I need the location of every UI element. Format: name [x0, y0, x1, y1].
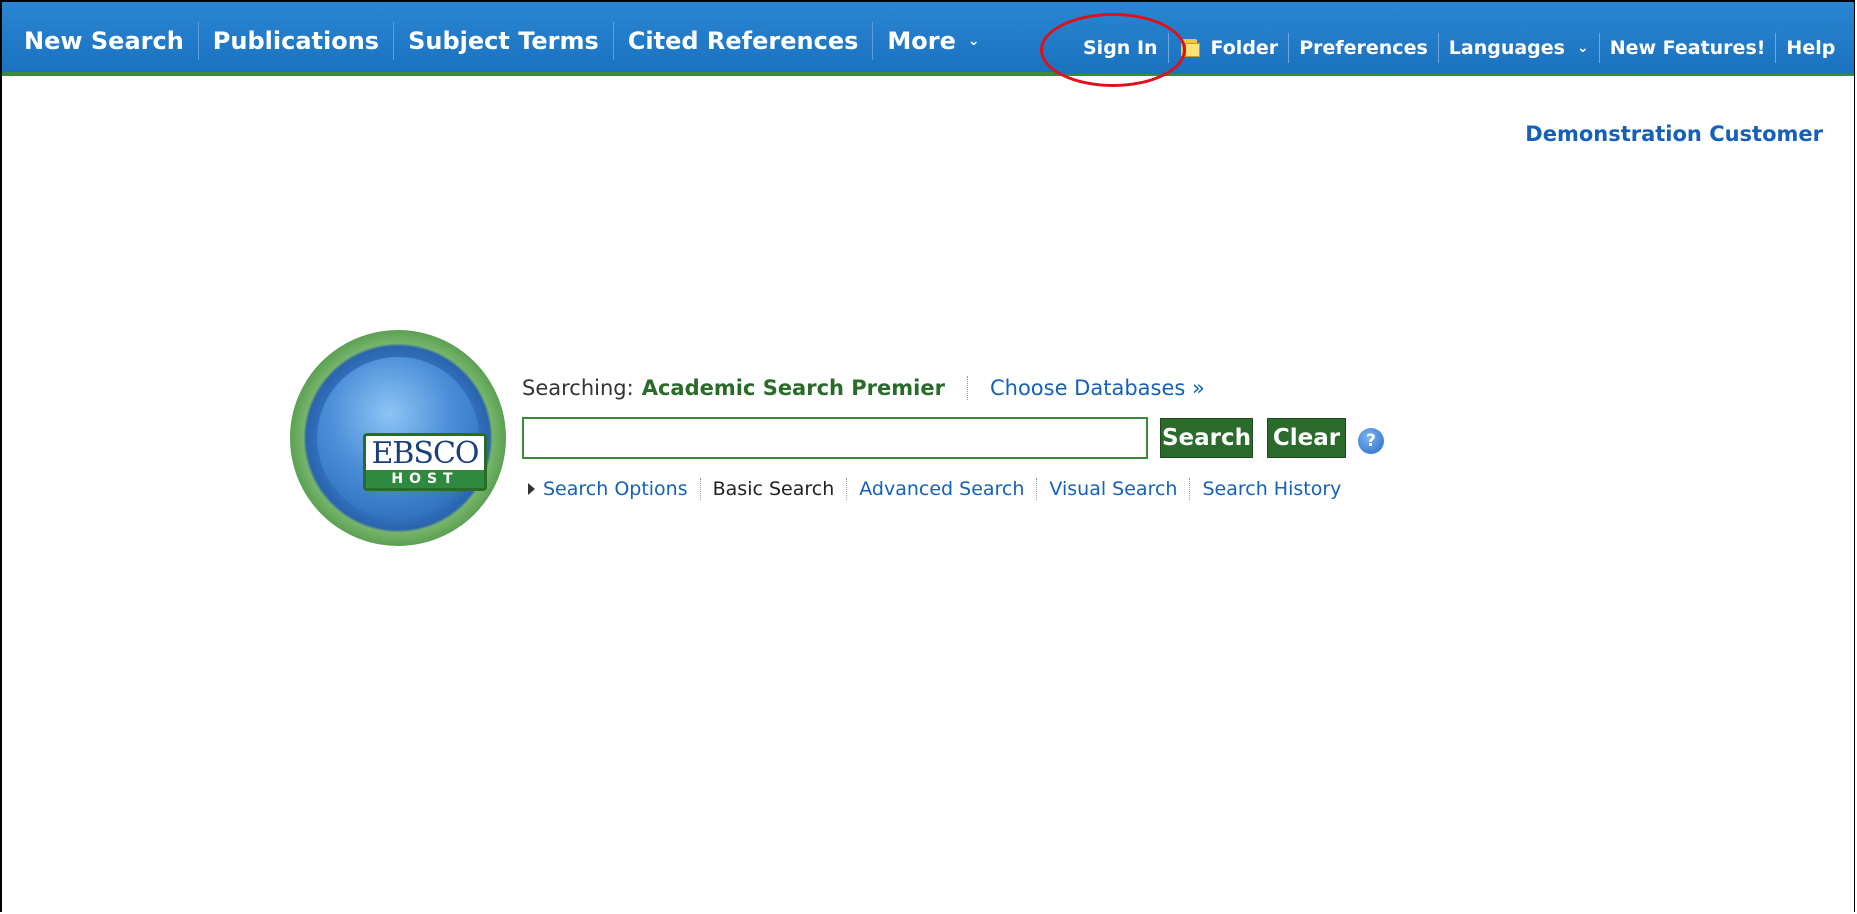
nav-subject-terms[interactable]: Subject Terms: [394, 22, 614, 60]
logo-text-top: EBSCO: [371, 435, 479, 471]
utility-nav: Sign In Folder Preferences Languages ⌄ N…: [1055, 22, 1853, 74]
nav-new-search[interactable]: New Search: [12, 22, 199, 60]
divider: [1189, 478, 1191, 500]
customer-name: Demonstration Customer: [1525, 122, 1823, 146]
chevron-down-icon: ⌄: [1576, 40, 1589, 56]
searching-line: Searching: Academic Search Premier Choos…: [522, 376, 1205, 400]
help-icon[interactable]: ?: [1358, 428, 1384, 454]
triangle-right-icon: [528, 483, 535, 495]
searching-label: Searching:: [522, 376, 634, 400]
search-links: Search Options Basic Search Advanced Sea…: [528, 478, 1341, 500]
basic-search-label: Basic Search: [712, 478, 835, 500]
nav-label: Languages: [1448, 37, 1565, 59]
logo-globe: EBSCO HOST: [317, 357, 487, 519]
advanced-search-link[interactable]: Advanced Search: [859, 478, 1024, 500]
nav-label: Subject Terms: [408, 27, 599, 55]
main-nav: New Search Publications Subject Terms Ci…: [12, 22, 994, 60]
search-options-link[interactable]: Search Options: [543, 478, 688, 500]
languages-dropdown[interactable]: Languages ⌄: [1439, 33, 1600, 63]
nav-label: Publications: [212, 27, 380, 55]
nav-publications[interactable]: Publications: [199, 22, 395, 60]
top-navigation-bar: New Search Publications Subject Terms Ci…: [2, 2, 1855, 76]
divider: [1036, 478, 1038, 500]
sign-in-link[interactable]: Sign In: [1073, 33, 1169, 63]
database-name: Academic Search Premier: [641, 376, 945, 400]
divider: [966, 376, 968, 400]
nav-label: New Search: [24, 27, 184, 55]
search-input[interactable]: [522, 417, 1148, 459]
nav-label: Folder: [1210, 37, 1279, 59]
logo-badge: EBSCO HOST: [363, 433, 487, 491]
divider: [846, 478, 848, 500]
nav-cited-references[interactable]: Cited References: [614, 22, 874, 60]
visual-search-link[interactable]: Visual Search: [1049, 478, 1177, 500]
preferences-link[interactable]: Preferences: [1289, 33, 1439, 63]
choose-databases-link[interactable]: Choose Databases »: [990, 376, 1205, 400]
folder-icon: [1179, 39, 1201, 57]
nav-label: Cited References: [627, 27, 859, 55]
new-features-link[interactable]: New Features!: [1600, 33, 1777, 63]
folder-link[interactable]: Folder: [1169, 33, 1290, 63]
nav-label: More: [887, 27, 956, 55]
search-history-link[interactable]: Search History: [1202, 478, 1341, 500]
logo-text-bottom: HOST: [366, 470, 484, 488]
nav-label: Sign In: [1083, 37, 1158, 59]
nav-label: New Features!: [1609, 37, 1766, 59]
search-button[interactable]: Search: [1160, 418, 1253, 458]
help-link[interactable]: Help: [1776, 33, 1845, 63]
nav-label: Help: [1786, 37, 1836, 59]
chevron-down-icon: ⌄: [967, 33, 980, 49]
nav-label: Preferences: [1299, 37, 1428, 59]
divider: [699, 478, 701, 500]
nav-more-dropdown[interactable]: More ⌄: [873, 22, 993, 60]
ebscohost-logo: EBSCO HOST: [290, 330, 506, 546]
clear-button[interactable]: Clear: [1267, 418, 1346, 458]
